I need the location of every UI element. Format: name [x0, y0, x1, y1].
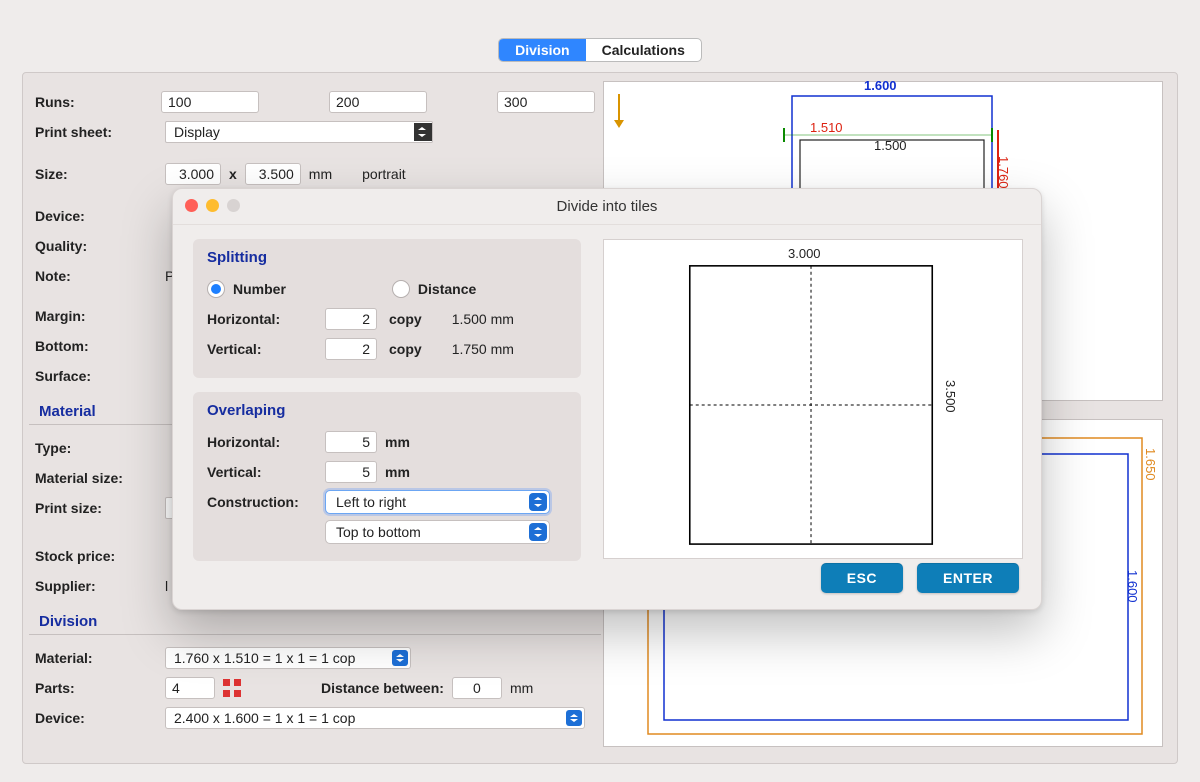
- split-v-copy: copy: [389, 341, 422, 357]
- split-v-dim: 1.750 mm: [452, 341, 514, 357]
- note-label: Note:: [35, 268, 165, 284]
- tab-segmented-control[interactable]: Division Calculations: [498, 38, 702, 62]
- split-distance-radio[interactable]: [392, 280, 410, 298]
- tile-preview-width: 3.000: [788, 246, 821, 261]
- split-distance-label: Distance: [418, 281, 476, 297]
- chevron-down-icon: [414, 123, 432, 141]
- grid-icon[interactable]: [223, 679, 241, 697]
- split-h-input[interactable]: [325, 308, 377, 330]
- stock-price-label: Stock price:: [35, 548, 165, 564]
- splitting-header: Splitting: [207, 249, 567, 266]
- margin-label: Margin:: [35, 308, 165, 324]
- construction-h-value: Left to right: [336, 494, 406, 510]
- esc-button[interactable]: ESC: [821, 563, 903, 593]
- preview1-inner-dim: 1.500: [874, 138, 907, 153]
- distance-between-label: Distance between:: [321, 680, 444, 696]
- overlap-v-unit: mm: [385, 464, 410, 480]
- division-device-select[interactable]: 2.400 x 1.600 = 1 x 1 = 1 cop: [165, 707, 585, 729]
- overlap-h-unit: mm: [385, 434, 410, 450]
- split-v-label: Vertical:: [207, 341, 317, 357]
- parts-input[interactable]: [165, 677, 215, 699]
- parts-label: Parts:: [35, 680, 165, 696]
- type-label: Type:: [35, 440, 165, 456]
- chevron-updown-icon: [529, 493, 547, 511]
- print-sheet-select[interactable]: Display: [165, 121, 433, 143]
- material-size-label: Material size:: [35, 470, 165, 486]
- runs-input-1[interactable]: [161, 91, 259, 113]
- enter-button[interactable]: ENTER: [917, 563, 1019, 593]
- size-unit: mm: [309, 166, 332, 182]
- preview2-right-dim-bottom: 1.600: [1125, 570, 1140, 603]
- preview2-right-dim-top: 1.650: [1143, 448, 1158, 481]
- division-device-value: 2.400 x 1.600 = 1 x 1 = 1 cop: [174, 710, 355, 726]
- window-controls: [185, 199, 240, 212]
- supplier-value: l: [165, 578, 168, 594]
- tab-division[interactable]: Division: [499, 39, 585, 61]
- print-sheet-label: Print sheet:: [35, 124, 165, 140]
- runs-label: Runs:: [35, 94, 161, 110]
- construction-v-select[interactable]: Top to bottom: [325, 520, 550, 544]
- size-width-input[interactable]: [165, 163, 221, 185]
- device-label: Device:: [35, 208, 165, 224]
- section-division-header: Division: [29, 609, 601, 635]
- division-material-select[interactable]: 1.760 x 1.510 = 1 x 1 = 1 cop: [165, 647, 411, 669]
- split-number-radio[interactable]: [207, 280, 225, 298]
- split-v-input[interactable]: [325, 338, 377, 360]
- runs-input-2[interactable]: [329, 91, 427, 113]
- chevron-updown-icon: [392, 650, 408, 666]
- overlapping-header: Overlaping: [207, 402, 567, 419]
- overlap-h-label: Horizontal:: [207, 434, 317, 450]
- split-h-dim: 1.500 mm: [452, 311, 514, 327]
- size-height-input[interactable]: [245, 163, 301, 185]
- size-x: x: [229, 166, 237, 182]
- close-icon[interactable]: [185, 199, 198, 212]
- split-h-copy: copy: [389, 311, 422, 327]
- splitting-group: Splitting Number Distance Horizontal: co…: [193, 239, 581, 378]
- split-number-label: Number: [233, 281, 286, 297]
- tile-preview-canvas: 3.000 3.500: [603, 239, 1023, 559]
- overlap-h-input[interactable]: [325, 431, 377, 453]
- size-orientation: portrait: [362, 166, 406, 182]
- overlap-v-label: Vertical:: [207, 464, 317, 480]
- split-h-label: Horizontal:: [207, 311, 317, 327]
- zoom-icon: [227, 199, 240, 212]
- chevron-updown-icon: [566, 710, 582, 726]
- preview1-top-dim: 1.600: [864, 78, 897, 93]
- minimize-icon[interactable]: [206, 199, 219, 212]
- view-tabs: Division Calculations: [0, 38, 1200, 62]
- size-label: Size:: [35, 166, 165, 182]
- preview1-right-dim: 1.760: [996, 156, 1011, 189]
- overlapping-group: Overlaping Horizontal: mm Vertical: mm C…: [193, 392, 581, 561]
- overlap-v-input[interactable]: [325, 461, 377, 483]
- bottom-label: Bottom:: [35, 338, 165, 354]
- runs-input-3[interactable]: [497, 91, 595, 113]
- division-material-label: Material:: [35, 650, 165, 666]
- dialog-footer: ESC ENTER: [821, 563, 1019, 593]
- divide-into-tiles-dialog: Divide into tiles Splitting Number Dista…: [172, 188, 1042, 610]
- quality-label: Quality:: [35, 238, 165, 254]
- distance-between-input[interactable]: [452, 677, 502, 699]
- dialog-titlebar: Divide into tiles: [173, 189, 1041, 225]
- chevron-updown-icon: [529, 523, 547, 541]
- division-material-value: 1.760 x 1.510 = 1 x 1 = 1 cop: [174, 650, 355, 666]
- construction-h-select[interactable]: Left to right: [325, 490, 550, 514]
- tile-preview-height: 3.500: [943, 380, 958, 413]
- preview1-left-dim: 1.510: [810, 120, 843, 135]
- distance-between-unit: mm: [510, 680, 533, 696]
- construction-v-value: Top to bottom: [336, 524, 421, 540]
- print-size-label: Print size:: [35, 500, 165, 516]
- tab-calculations[interactable]: Calculations: [586, 39, 701, 61]
- construction-label: Construction:: [207, 494, 317, 510]
- surface-label: Surface:: [35, 368, 165, 384]
- supplier-label: Supplier:: [35, 578, 165, 594]
- print-sheet-value: Display: [174, 124, 220, 140]
- division-device-label: Device:: [35, 710, 165, 726]
- dialog-title: Divide into tiles: [173, 198, 1041, 215]
